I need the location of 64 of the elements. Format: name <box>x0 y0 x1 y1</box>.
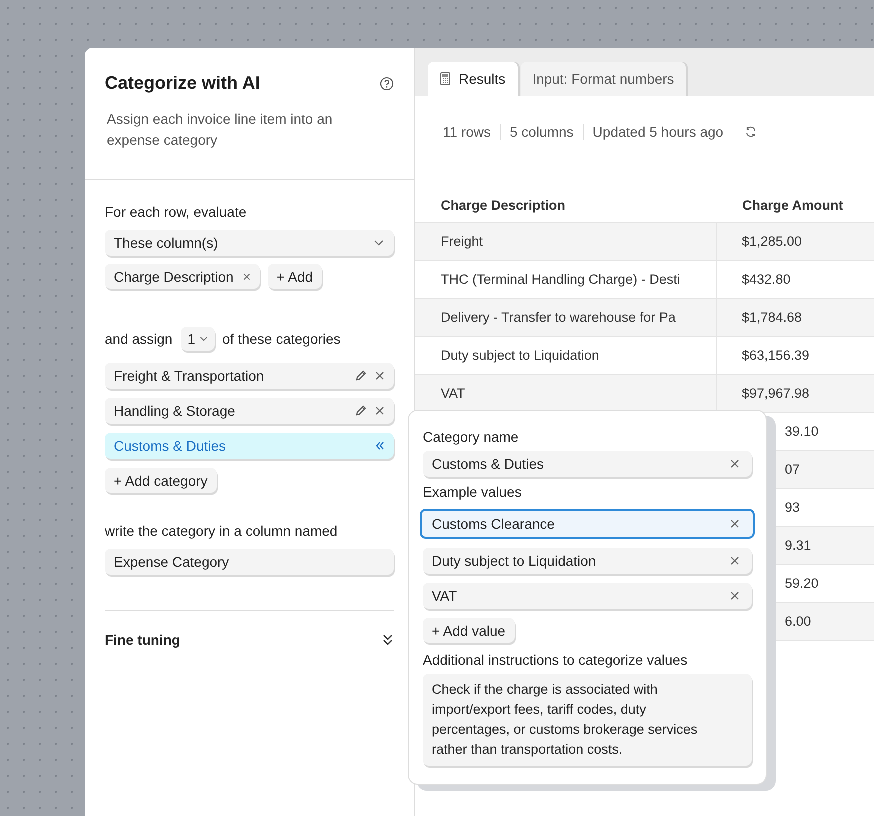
add-column-button[interactable]: + Add <box>268 264 322 289</box>
close-icon[interactable] <box>730 459 740 469</box>
close-icon[interactable] <box>730 519 740 529</box>
panel-description: Assign each invoice line item into an expense category <box>107 110 334 150</box>
table-cell: $63,156.39 <box>742 348 810 363</box>
table-cell: $97,967.98 <box>742 386 810 401</box>
close-icon[interactable] <box>375 406 385 416</box>
table-cell: Freight <box>441 234 484 249</box>
close-icon[interactable] <box>375 371 385 381</box>
category-item[interactable]: Handling & Storage <box>105 398 394 424</box>
section-label: For each row, evaluate <box>105 204 248 220</box>
table-cell: 39.10 <box>785 424 819 439</box>
field-label: Additional instructions to categorize values <box>423 652 689 668</box>
table-cell: THC (Terminal Handling Charge) - Desti <box>441 272 680 287</box>
column-header[interactable]: Charge Description <box>441 198 566 212</box>
example-value-field[interactable]: Duty subject to Liquidation <box>423 548 752 574</box>
category-item[interactable]: Freight & Transportation <box>105 363 394 389</box>
table-cell: 59.20 <box>785 576 819 591</box>
add-value-button[interactable]: + Add value <box>423 618 515 643</box>
stat-text: 11 rows <box>443 124 492 140</box>
column-header[interactable]: Charge Amount <box>742 198 844 212</box>
edit-icon[interactable] <box>355 370 367 382</box>
stat-text: Updated 5 hours ago <box>582 124 733 140</box>
edit-icon[interactable] <box>355 405 367 417</box>
column-select[interactable]: These column(s) <box>105 230 394 256</box>
tab[interactable]: Input: Format numbers <box>520 62 686 96</box>
instructions-field[interactable]: Check if the charge is associated with import/export fees, tariff codes, duty percentages, or customs brokerage services rather than transportation costs. <box>423 674 752 766</box>
table-cell: 07 <box>785 462 800 477</box>
column-chip[interactable]: Charge Description <box>105 264 260 289</box>
section-label: write the category in a column named <box>105 523 339 539</box>
table-cell: $1,285.00 <box>742 234 802 249</box>
section-label: of these categories <box>222 331 341 347</box>
column-name-field[interactable]: Expense Category <box>105 549 394 575</box>
table-cell: Delivery - Transfer to warehouse for Pa <box>441 310 676 325</box>
category-item[interactable]: Customs & Duties <box>105 433 394 459</box>
table-cell: $1,784.68 <box>742 310 802 325</box>
example-value-field[interactable]: Customs Clearance <box>420 509 755 539</box>
tab[interactable]: Results <box>428 62 518 96</box>
section-title: Fine tuning <box>105 632 180 648</box>
panel-title: Categorize with AI <box>105 73 260 94</box>
refresh-icon[interactable] <box>744 126 757 138</box>
category-name-field[interactable]: Customs & Duties <box>423 451 752 477</box>
table-cell: VAT <box>441 386 466 401</box>
double-chevron-down-icon[interactable] <box>382 634 394 646</box>
chevron-down-icon <box>200 336 208 342</box>
table-cell: 93 <box>785 500 800 515</box>
double-chevron-left-icon[interactable] <box>375 441 385 451</box>
close-icon[interactable] <box>730 556 740 566</box>
add-category-button[interactable]: + Add category <box>105 468 217 493</box>
stat-text: 5 columns <box>500 124 583 140</box>
table-cell: 6.00 <box>785 614 812 629</box>
example-value-field[interactable]: VAT <box>423 583 752 609</box>
help-icon[interactable] <box>380 76 394 90</box>
count-dropdown[interactable]: 1 <box>180 327 215 351</box>
table-cell: $432.80 <box>742 272 791 287</box>
field-label: Example values <box>423 484 523 500</box>
section-label: and assign <box>105 331 173 347</box>
calculator-icon <box>440 72 451 86</box>
table-cell: 9.31 <box>785 538 812 553</box>
close-icon[interactable] <box>730 591 740 601</box>
chevron-down-icon <box>374 240 384 246</box>
table-cell: Duty subject to Liquidation <box>441 348 600 363</box>
close-icon[interactable] <box>242 272 251 280</box>
field-label: Category name <box>423 429 520 445</box>
